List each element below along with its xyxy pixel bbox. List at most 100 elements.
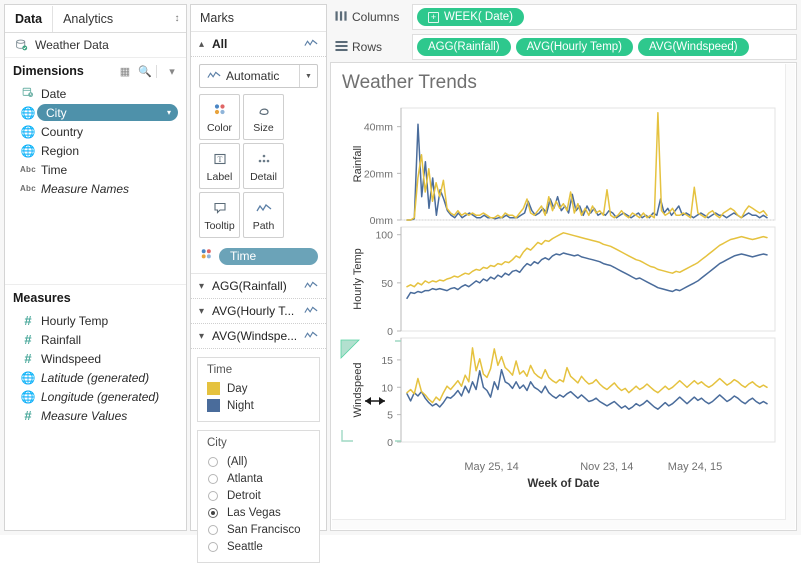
- datasource-row[interactable]: Weather Data: [5, 33, 186, 57]
- measure-longitude[interactable]: 🌐 Longitude (generated): [5, 387, 186, 406]
- measure-label: Rainfall: [41, 332, 82, 347]
- svg-text:20mm: 20mm: [364, 168, 393, 180]
- measures-header: Measures: [5, 284, 186, 311]
- measure-label: Measure Values: [41, 408, 128, 423]
- radio-icon[interactable]: [208, 541, 218, 552]
- measure-latitude[interactable]: 🌐 Latitude (generated): [5, 368, 186, 387]
- measure-label: Windspeed: [41, 351, 102, 366]
- line-chart-icon: [304, 37, 318, 51]
- chevron-down-icon[interactable]: ▾: [164, 65, 180, 78]
- chevron-down-icon[interactable]: ▾: [167, 108, 171, 117]
- marks-path-button[interactable]: Path: [243, 192, 284, 238]
- legend-label: Night: [227, 399, 254, 412]
- svg-text:Hourly Temp: Hourly Temp: [352, 248, 364, 310]
- radio-icon-selected[interactable]: [208, 507, 218, 518]
- grid-icon[interactable]: ▦: [117, 65, 133, 78]
- rows-icon: [330, 40, 352, 55]
- marks-pane: Marks ▴ All Automatic ▼ Color Size T Lab…: [190, 4, 327, 563]
- marks-card-rainfall[interactable]: ▾ AGG(Rainfall): [191, 274, 326, 299]
- marks-label-button[interactable]: T Label: [199, 143, 240, 189]
- detail-icon: [255, 149, 273, 169]
- divider: [156, 64, 157, 78]
- chevron-down-icon[interactable]: ▾: [199, 306, 212, 317]
- city-filter-title: City: [207, 437, 227, 449]
- marks-tooltip-button[interactable]: Tooltip: [199, 192, 240, 238]
- rows-shelf-well[interactable]: AGG(Rainfall) AVG(Hourly Temp) AVG(Winds…: [412, 34, 797, 60]
- radio-icon[interactable]: [208, 456, 218, 467]
- legend-item-night[interactable]: Night: [198, 397, 319, 414]
- filter-option-atlanta[interactable]: Atlanta: [198, 470, 319, 487]
- measure-rainfall[interactable]: # Rainfall: [5, 330, 186, 349]
- label-icon: T: [212, 149, 228, 169]
- dimension-country[interactable]: 🌐 Country: [5, 122, 186, 141]
- legend-item-day[interactable]: Day: [198, 380, 319, 397]
- tab-analytics[interactable]: Analytics: [52, 5, 123, 32]
- x-axis-tick: May 24, 15: [667, 461, 723, 473]
- dimension-measure-names[interactable]: Abc Measure Names: [5, 179, 186, 198]
- database-icon: [16, 39, 28, 50]
- dimension-city[interactable]: 🌐 City ▾: [5, 103, 186, 122]
- columns-shelf-well[interactable]: + WEEK( Date): [412, 4, 797, 30]
- chevron-down-icon[interactable]: ▼: [299, 65, 317, 87]
- updown-chevron-icon[interactable]: ↕: [168, 13, 186, 24]
- marks-color-button[interactable]: Color: [199, 94, 240, 140]
- abc-icon: Abc: [19, 184, 36, 193]
- search-icon[interactable]: 🔍: [137, 65, 153, 78]
- rows-shelf: Rows AGG(Rainfall) AVG(Hourly Temp) AVG(…: [330, 34, 797, 60]
- legend-swatch: [207, 382, 220, 395]
- pill-agg-rainfall[interactable]: AGG(Rainfall): [417, 38, 511, 56]
- city-filter-card: City (All) Atlanta Detroit Las Vegas San…: [197, 430, 320, 563]
- line-chart-icon: [207, 69, 221, 83]
- measure-hourly-temp[interactable]: # Hourly Temp: [5, 311, 186, 330]
- mark-type-dropdown[interactable]: Automatic ▼: [199, 64, 318, 88]
- filter-option-all[interactable]: (All): [198, 453, 319, 470]
- filter-option-detroit[interactable]: Detroit: [198, 487, 319, 504]
- color-palette-icon: [199, 247, 214, 265]
- svg-text:15: 15: [381, 355, 393, 367]
- number-icon: #: [24, 351, 32, 366]
- measure-measure-values[interactable]: # Measure Values: [5, 406, 186, 425]
- marks-measure-cards: ▾ AGG(Rainfall) ▾ AVG(Hourly T... ▾ AVG(…: [191, 274, 326, 349]
- dimension-region[interactable]: 🌐 Region: [5, 141, 186, 160]
- filter-option-seattle[interactable]: Seattle: [198, 538, 319, 555]
- horizontal-scrollbar[interactable]: [332, 519, 786, 529]
- marks-card-hourly-temp[interactable]: ▾ AVG(Hourly T...: [191, 299, 326, 324]
- plus-box-icon[interactable]: +: [428, 11, 439, 23]
- marks-detail-button[interactable]: Detail: [243, 143, 284, 189]
- marks-color-pill[interactable]: Time: [219, 247, 318, 265]
- marks-size-button[interactable]: Size: [243, 94, 284, 140]
- dimension-time[interactable]: Abc Time: [5, 160, 186, 179]
- pill-week-date[interactable]: + WEEK( Date): [417, 8, 525, 26]
- radio-icon[interactable]: [208, 473, 218, 484]
- dimension-city-pill[interactable]: City ▾: [37, 104, 178, 121]
- filter-option-san-francisco[interactable]: San Francisco: [198, 521, 319, 538]
- viz-canvas: Weather Trends 0mm 20mm 40mm Rainfall 0 50 100…: [330, 62, 797, 531]
- marks-card-all[interactable]: ▴ All: [191, 32, 326, 57]
- line-chart-icon: [304, 329, 318, 343]
- pill-avg-hourly-temp[interactable]: AVG(Hourly Temp): [515, 38, 634, 56]
- weather-trends-chart[interactable]: 0mm 20mm 40mmRainfall 0 50 100 Hourly Temp 0 5 10…: [339, 100, 779, 455]
- calendar-icon: [19, 86, 37, 101]
- line-chart-icon: [304, 279, 318, 293]
- dimensions-title: Dimensions: [13, 64, 84, 78]
- dimension-date[interactable]: Date: [5, 84, 186, 103]
- pill-avg-windspeed[interactable]: AVG(Windspeed): [638, 38, 749, 56]
- radio-icon[interactable]: [208, 524, 218, 535]
- marks-color-pill-row: Time: [199, 247, 318, 265]
- chart-area[interactable]: 0mm 20mm 40mm Rainfall 0 50 100 Hourly Temp 0 5 10…: [339, 100, 788, 458]
- chevron-down-icon[interactable]: ▾: [199, 281, 212, 292]
- chevron-down-icon[interactable]: ▾: [199, 331, 212, 342]
- vertical-scrollbar[interactable]: [785, 64, 795, 529]
- svg-text:40mm: 40mm: [364, 122, 393, 134]
- measure-windspeed[interactable]: # Windspeed: [5, 349, 186, 368]
- marks-card-windspeed[interactable]: ▾ AVG(Windspe...: [191, 324, 326, 349]
- chevron-up-icon[interactable]: ▴: [199, 39, 212, 50]
- marks-button-label: Color: [206, 122, 233, 134]
- number-icon: #: [24, 332, 32, 347]
- measure-label: Latitude (generated): [41, 370, 150, 385]
- tab-data[interactable]: Data: [5, 6, 52, 32]
- radio-icon[interactable]: [208, 490, 218, 501]
- datasource-name: Weather Data: [35, 38, 109, 52]
- filter-option-las-vegas[interactable]: Las Vegas: [198, 504, 319, 521]
- pill-label: AVG(Windspeed): [649, 41, 738, 53]
